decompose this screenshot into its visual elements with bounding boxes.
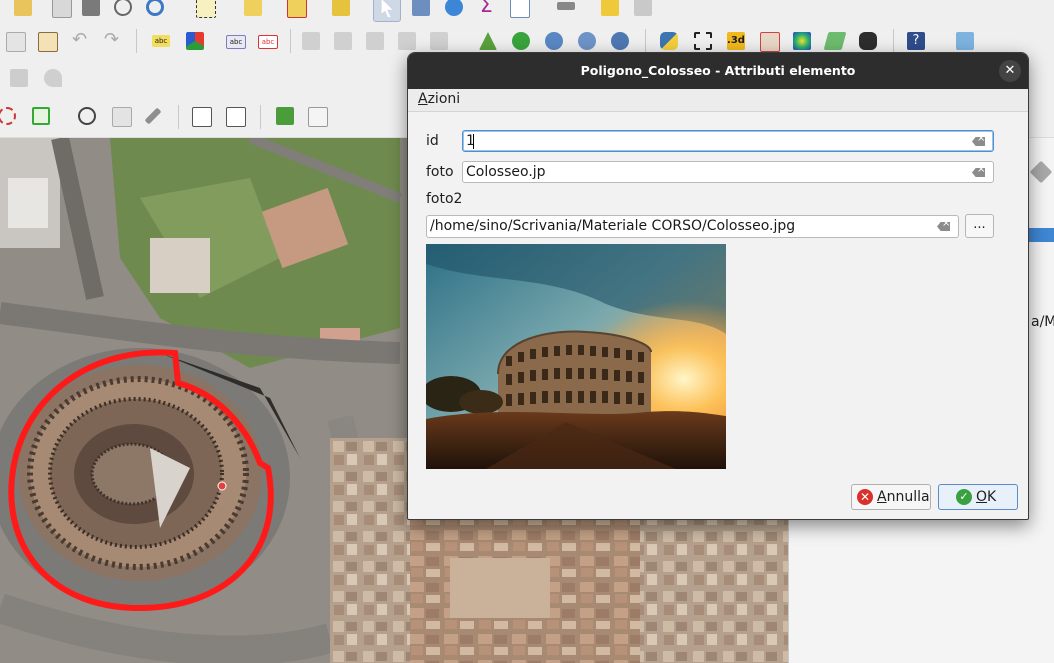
map-identify-icon[interactable] bbox=[222, 103, 248, 129]
menu-azioni[interactable]: Azioni bbox=[418, 91, 460, 107]
new-layer-icon[interactable] bbox=[48, 0, 74, 20]
label-tool-4-icon[interactable] bbox=[394, 28, 420, 54]
digitize-shape-icon[interactable] bbox=[272, 103, 298, 129]
vertex-tool-icon[interactable] bbox=[6, 65, 32, 91]
close-icon[interactable]: ✕ bbox=[999, 60, 1021, 82]
label-unpin-icon[interactable]: abc bbox=[254, 28, 280, 54]
xy-coordinate-icon[interactable] bbox=[108, 103, 134, 129]
select-box-icon[interactable] bbox=[690, 28, 716, 54]
settings-gear-icon[interactable] bbox=[441, 0, 467, 20]
dialog-titlebar[interactable]: Poligono_Colosseo - Attributi elemento ✕ bbox=[408, 53, 1028, 89]
label-abc-icon[interactable]: abc bbox=[148, 28, 174, 54]
label-tool-3-icon[interactable] bbox=[362, 28, 388, 54]
colosseum-photo bbox=[426, 244, 726, 469]
heatmap-icon[interactable] bbox=[789, 28, 815, 54]
rectangle-select-icon[interactable] bbox=[28, 103, 54, 129]
wrench-icon[interactable] bbox=[140, 103, 166, 129]
select-area-icon[interactable] bbox=[192, 0, 218, 20]
photo-preview bbox=[426, 244, 726, 469]
globe-plugin-icon[interactable] bbox=[607, 28, 633, 54]
check-icon: ✓ bbox=[956, 489, 972, 505]
clear-id-icon[interactable] bbox=[972, 137, 985, 146]
circle-select-icon[interactable] bbox=[0, 103, 20, 129]
select-feature-icon[interactable] bbox=[240, 0, 266, 20]
clear-foto2-icon[interactable] bbox=[937, 222, 950, 231]
label-tool-5-icon[interactable] bbox=[426, 28, 452, 54]
three-d-icon[interactable]: .3d bbox=[723, 28, 749, 54]
redo-icon[interactable]: ↷ bbox=[100, 28, 126, 54]
geometry-triangle-icon[interactable] bbox=[475, 28, 501, 54]
undo-icon[interactable]: ↶ bbox=[68, 28, 94, 54]
identify-pointer-icon[interactable] bbox=[373, 0, 401, 22]
dock-selected-row[interactable] bbox=[1029, 228, 1054, 242]
foto-label: foto bbox=[426, 164, 454, 180]
globe-add-icon[interactable] bbox=[541, 28, 567, 54]
map-tips-icon[interactable] bbox=[630, 0, 656, 20]
open-project-icon[interactable] bbox=[10, 0, 36, 20]
foto2-label: foto2 bbox=[426, 191, 463, 207]
save-icon[interactable] bbox=[78, 0, 104, 20]
globe-wire-icon[interactable] bbox=[74, 103, 100, 129]
cancel-label: Annulla bbox=[877, 489, 930, 505]
label-tool-1-icon[interactable] bbox=[298, 28, 324, 54]
pin-icon[interactable] bbox=[328, 0, 354, 20]
browse-button[interactable]: ... bbox=[965, 214, 994, 238]
grass-icon[interactable] bbox=[508, 28, 534, 54]
paste-icon[interactable] bbox=[34, 28, 60, 54]
table-icon[interactable] bbox=[304, 103, 330, 129]
attribute-table-icon[interactable] bbox=[506, 0, 532, 20]
foto2-path-field[interactable]: /home/sino/Scrivania/Materiale CORSO/Col… bbox=[426, 215, 959, 238]
ok-button[interactable]: ✓ OK bbox=[938, 484, 1018, 510]
deselect-icon[interactable] bbox=[283, 0, 309, 20]
tips-icon[interactable] bbox=[597, 0, 623, 20]
globe-search-icon[interactable] bbox=[574, 28, 600, 54]
help-icon[interactable]: ? bbox=[903, 28, 929, 54]
label-pin-icon[interactable]: abc bbox=[222, 28, 248, 54]
feature-attributes-dialog: Poligono_Colosseo - Attributi elemento ✕… bbox=[407, 52, 1029, 520]
id-label: id bbox=[426, 133, 439, 149]
diagram-icon[interactable] bbox=[182, 28, 208, 54]
measure-icon[interactable] bbox=[408, 0, 434, 20]
dock-wrench-icon[interactable] bbox=[1029, 160, 1053, 184]
rotate-icon[interactable] bbox=[40, 65, 66, 91]
split-parts-icon[interactable] bbox=[188, 103, 214, 129]
foto2-path-value: /home/sino/Scrivania/Materiale CORSO/Col… bbox=[430, 218, 796, 234]
georeferencer-icon[interactable] bbox=[952, 28, 978, 54]
binoculars-icon[interactable] bbox=[855, 28, 881, 54]
map-layer-icon[interactable] bbox=[756, 28, 782, 54]
refresh-icon[interactable] bbox=[142, 0, 168, 20]
dialog-title: Poligono_Colosseo - Attributi elemento bbox=[580, 63, 856, 78]
cancel-button[interactable]: ✕ Annulla bbox=[851, 484, 931, 510]
copy-icon[interactable] bbox=[2, 28, 28, 54]
id-field[interactable]: 1 bbox=[462, 130, 994, 152]
label-tool-2-icon[interactable] bbox=[330, 28, 356, 54]
foto-value: Colosseo.jp bbox=[466, 164, 546, 180]
layers-stack-icon[interactable] bbox=[822, 28, 848, 54]
clock-icon[interactable] bbox=[110, 0, 136, 20]
dock-partial-text: a/M bbox=[1031, 314, 1054, 330]
clear-foto-icon[interactable] bbox=[972, 168, 985, 177]
toolbar-file: Σ bbox=[0, 0, 1054, 23]
sum-icon[interactable]: Σ bbox=[474, 0, 500, 20]
vertex-marker bbox=[217, 481, 227, 491]
foto-field[interactable]: Colosseo.jp bbox=[462, 161, 994, 183]
ok-label: OK bbox=[976, 489, 997, 505]
text-cursor bbox=[473, 134, 474, 149]
python-icon[interactable] bbox=[656, 28, 682, 54]
ruler-icon[interactable] bbox=[553, 0, 579, 20]
cancel-icon: ✕ bbox=[857, 489, 873, 505]
dialog-menubar: Azioni bbox=[408, 89, 1028, 112]
